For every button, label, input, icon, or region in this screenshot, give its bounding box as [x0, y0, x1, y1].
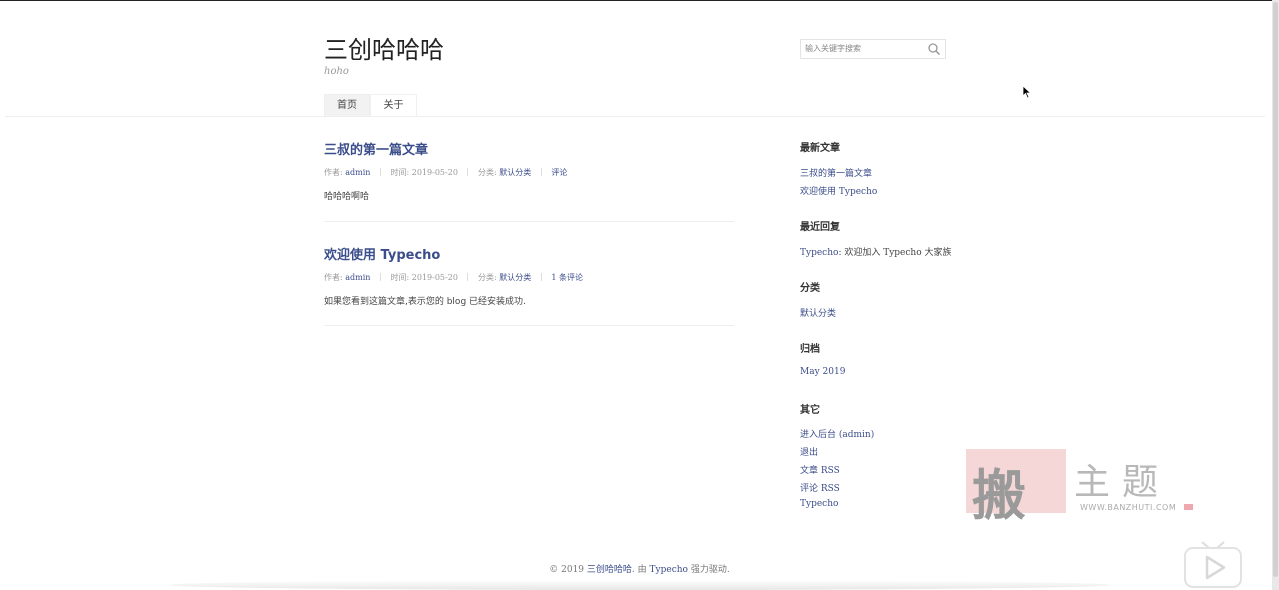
widget-title-archives: 归档: [800, 344, 820, 355]
footer-by: . 由: [631, 565, 647, 575]
post-divider: [324, 325, 734, 326]
category-link[interactable]: 默认分类: [800, 306, 836, 319]
watermark-logo: 搬 主题 WWW.BANZHUTI.COM: [966, 449, 1196, 527]
window-top-border: [0, 0, 1279, 1]
watermark-dot: [1184, 504, 1193, 510]
header-divider: [5, 116, 1265, 117]
archive-link[interactable]: May 2019: [800, 367, 845, 377]
search-icon[interactable]: [927, 42, 941, 56]
category-label: 分类:: [478, 168, 497, 177]
widget-title-other: 其它: [800, 405, 820, 416]
author-link[interactable]: admin: [345, 168, 370, 177]
post-item: 欢迎使用 Typecho 作者: admin 时间: 2019-05-20 分类…: [324, 244, 734, 307]
author-label: 作者:: [324, 168, 343, 177]
footer-copyright: © 2019: [549, 565, 585, 575]
category-label: 分类:: [478, 273, 497, 282]
watermark-glyph: 搬: [972, 464, 1026, 527]
comments-link[interactable]: 1 条评论: [551, 273, 583, 282]
meta-separator: [467, 168, 469, 176]
post-excerpt: 哈哈哈啊哈: [324, 192, 370, 202]
post-title-link[interactable]: 三叔的第一篇文章: [324, 139, 734, 158]
comments-link[interactable]: 评论: [551, 168, 567, 177]
search-input[interactable]: 输入关键字搜索: [805, 43, 861, 54]
recent-comment: Typecho: 欢迎加入 Typecho 大家族: [800, 245, 951, 258]
author-label: 作者:: [324, 273, 343, 282]
category-link[interactable]: 默认分类: [499, 273, 531, 282]
post-date: 2019-05-20: [411, 273, 458, 282]
play-icon[interactable]: [1184, 540, 1242, 588]
scrollbar-thumb[interactable]: [1273, 2, 1278, 577]
page-shadow: [170, 580, 1110, 590]
time-label: 时间:: [390, 273, 410, 282]
post-divider: [324, 221, 734, 222]
mouse-cursor-icon: [1022, 85, 1032, 99]
post-excerpt: 如果您看到这篇文章,表示您的 blog 已经安装成功.: [324, 297, 526, 307]
category-link[interactable]: 默认分类: [499, 168, 531, 177]
footer-typecho-link[interactable]: Typecho: [650, 565, 688, 575]
post-date: 2019-05-20: [411, 168, 458, 177]
nav-about[interactable]: 关于: [370, 94, 417, 116]
widget-title-categories: 分类: [800, 283, 820, 294]
posts-rss-link[interactable]: 文章 RSS: [800, 463, 840, 476]
comments-rss-link[interactable]: 评论 RSS: [800, 481, 840, 494]
search-box[interactable]: 输入关键字搜索: [800, 39, 946, 59]
post-meta: 作者: admin 时间: 2019-05-20 分类: 默认分类 评论: [324, 167, 734, 178]
nav-home[interactable]: 首页: [324, 94, 370, 116]
post-meta: 作者: admin 时间: 2019-05-20 分类: 默认分类 1 条评论: [324, 272, 734, 283]
site-title[interactable]: 三创哈哈哈: [324, 30, 444, 65]
recent-post-link[interactable]: 欢迎使用 Typecho: [800, 184, 877, 197]
time-label: 时间:: [390, 168, 410, 177]
watermark-text: 主题: [1074, 462, 1171, 503]
post-item: 三叔的第一篇文章 作者: admin 时间: 2019-05-20 分类: 默认…: [324, 139, 734, 202]
comment-text[interactable]: : 欢迎加入 Typecho 大家族: [838, 248, 951, 258]
footer-site-link[interactable]: 三创哈哈哈: [587, 565, 632, 575]
widget-title-recent-posts: 最新文章: [800, 143, 840, 154]
post-title-link[interactable]: 欢迎使用 Typecho: [324, 244, 734, 263]
recent-post-link[interactable]: 三叔的第一篇文章: [800, 166, 872, 179]
site-description: hoho: [324, 66, 349, 77]
typecho-link[interactable]: Typecho: [800, 499, 838, 509]
meta-separator: [540, 168, 542, 176]
meta-separator: [379, 168, 381, 176]
watermark-url: WWW.BANZHUTI.COM: [1080, 503, 1177, 512]
admin-link[interactable]: 进入后台 (admin): [800, 427, 874, 440]
logout-link[interactable]: 退出: [800, 445, 818, 458]
meta-separator: [467, 273, 469, 281]
meta-separator: [540, 273, 542, 281]
meta-separator: [379, 273, 381, 281]
widget-title-recent-comments: 最近回复: [800, 222, 840, 233]
vertical-scrollbar[interactable]: [1272, 0, 1279, 590]
comment-author-link[interactable]: Typecho: [800, 248, 838, 258]
footer-powered: 强力驱动.: [690, 565, 730, 575]
author-link[interactable]: admin: [345, 273, 370, 282]
footer: © 2019 三创哈哈哈. 由 Typecho 强力驱动.: [0, 562, 1279, 575]
